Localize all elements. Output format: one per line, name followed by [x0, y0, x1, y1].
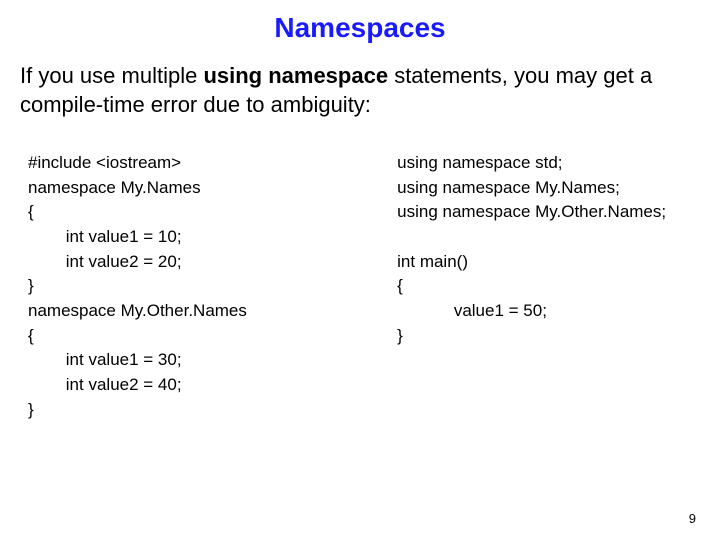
slide-title: Namespaces — [20, 12, 700, 44]
code-right: using namespace std; using namespace My.… — [397, 151, 700, 422]
code-left: #include <iostream> namespace My.Names {… — [28, 151, 361, 422]
intro-keyword: using namespace — [203, 63, 388, 88]
code-columns: #include <iostream> namespace My.Names {… — [20, 151, 700, 422]
page-number: 9 — [689, 511, 696, 526]
intro-pre: If you use multiple — [20, 63, 203, 88]
intro-text: If you use multiple using namespace stat… — [20, 62, 700, 119]
